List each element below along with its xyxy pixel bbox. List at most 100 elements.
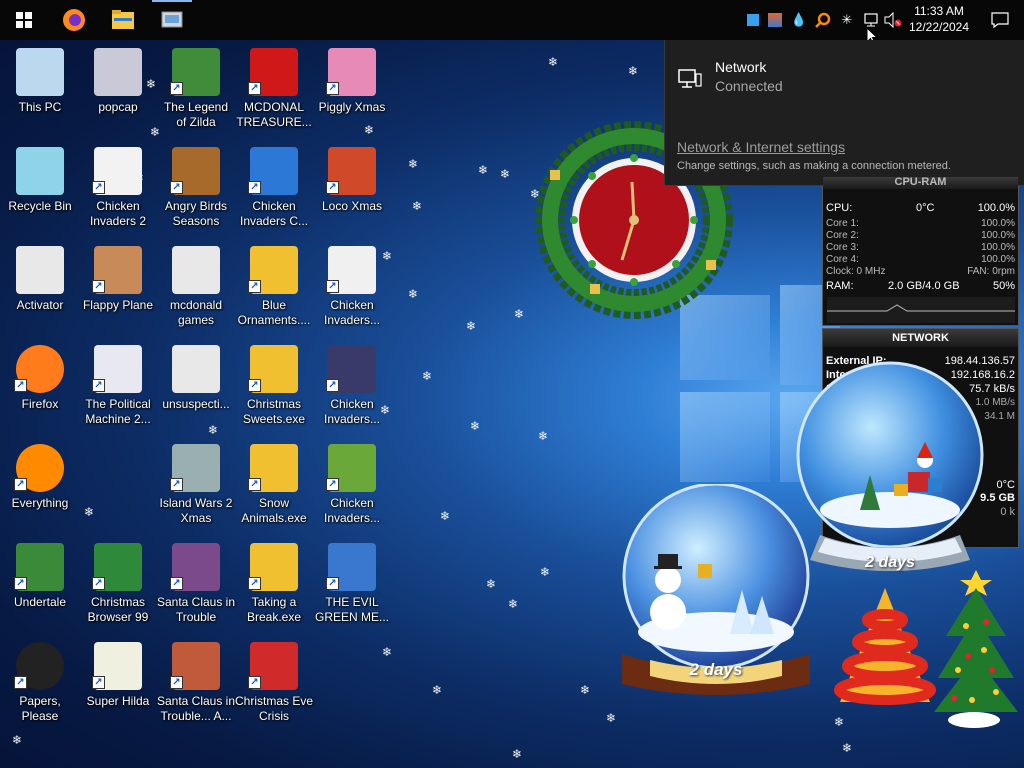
start-button[interactable] xyxy=(0,0,48,40)
taskbar-file-explorer-button[interactable] xyxy=(99,0,147,40)
desktop-icon[interactable]: ↗ The Political Machine 2... xyxy=(78,339,158,431)
desktop-icon[interactable]: ↗ Piggly Xmas xyxy=(312,42,392,134)
snowflake: ❄ xyxy=(486,577,497,591)
cpu-ram-gadget[interactable]: CPU-RAM CPU: 0°C 100.0% Core 1: 100.0% Co… xyxy=(822,177,1019,326)
desktop-icon-label: Everything xyxy=(11,496,69,510)
desktop-icon[interactable]: unsuspecti... xyxy=(156,339,236,431)
core-label: Core 4: xyxy=(826,254,859,265)
snowflake: ❄ xyxy=(470,419,481,433)
taskbar-clock[interactable]: 11:33 AM 12/22/2024 xyxy=(904,3,974,35)
desktop-icon-label: Christmas Sweets.exe xyxy=(242,397,306,426)
snowglobe-label: 2 days xyxy=(689,660,743,679)
desktop-icon[interactable]: popcap xyxy=(78,42,158,134)
desktop-icon[interactable]: ↗ Undertale xyxy=(0,537,80,629)
shortcut-arrow-icon: ↗ xyxy=(92,379,105,392)
shortcut-arrow-icon: ↗ xyxy=(248,577,261,590)
snowflake: ❄ xyxy=(408,157,419,171)
desktop-icon-label: Snow Animals.exe xyxy=(241,496,307,525)
snowflake: ❄ xyxy=(432,683,443,697)
desktop-icon-image xyxy=(172,345,220,393)
desktop-icon-label: Recycle Bin xyxy=(8,199,72,213)
desktop-icon[interactable]: ↗ Firefox xyxy=(0,339,80,431)
desktop-icon-label: Island Wars 2 Xmas xyxy=(159,496,233,525)
network-settings-link[interactable]: Network & Internet settings xyxy=(677,139,845,155)
desktop-icon[interactable]: Recycle Bin xyxy=(0,141,80,233)
snowflake: ❄ xyxy=(422,369,433,383)
desktop-icon-image xyxy=(16,246,64,294)
desktop-icon[interactable]: ↗ Chicken Invaders... xyxy=(312,438,392,530)
desktop-icon[interactable]: mcdonald games xyxy=(156,240,236,332)
desktop-icon[interactable]: ↗ Everything xyxy=(0,438,80,530)
desktop-icon[interactable]: This PC xyxy=(0,42,80,134)
snowglobe-label: 2 days xyxy=(865,554,915,571)
wallpaper-light-pane xyxy=(680,392,770,482)
desktop-icon-image xyxy=(16,147,64,195)
desktop-icon[interactable]: ↗ Christmas Eve Crisis xyxy=(234,636,314,728)
snowflake: ❄ xyxy=(12,733,23,747)
desktop-icon-label: Santa Claus in Trouble xyxy=(156,595,236,624)
desktop-icon[interactable]: ↗ Chicken Invaders... xyxy=(312,240,392,332)
desktop-icon[interactable]: Activator xyxy=(0,240,80,332)
desktop-icon[interactable]: ↗ Taking a Break.exe xyxy=(234,537,314,629)
shortcut-arrow-icon: ↗ xyxy=(170,82,183,95)
folder-icon xyxy=(112,10,134,29)
shortcut-arrow-icon: ↗ xyxy=(326,577,339,590)
core-label: Core 3: xyxy=(826,242,859,253)
desktop-icon[interactable]: ↗ Super Hilda xyxy=(78,636,158,728)
desktop-icon-label: The Legend of Zilda xyxy=(163,100,229,129)
shortcut-arrow-icon: ↗ xyxy=(170,181,183,194)
ram-percent: 50% xyxy=(992,280,1015,292)
desktop-icon[interactable]: ↗ Flappy Plane xyxy=(78,240,158,332)
snowglobe-gadget-left[interactable]: 2 days xyxy=(610,482,822,704)
shortcut-arrow-icon: ↗ xyxy=(170,478,183,491)
desktop-icon-label: mcdonald games xyxy=(169,298,223,327)
fan-speed: FAN: 0rpm xyxy=(967,266,1015,277)
christmas-tree-gadget[interactable] xyxy=(926,566,1022,730)
snowflake: ❄ xyxy=(508,597,519,611)
desktop-icon[interactable]: ↗ THE EVIL GREEN ME... xyxy=(312,537,392,629)
tray-app-icon[interactable] xyxy=(766,11,784,29)
snowflake: ❄ xyxy=(500,167,511,181)
desktop-icon[interactable]: ↗ The Legend of Zilda xyxy=(156,42,236,134)
ram-graph xyxy=(827,297,1015,323)
desktop-icon-image xyxy=(172,246,220,294)
desktop-icon[interactable]: ↗ Christmas Sweets.exe xyxy=(234,339,314,431)
desktop-icon[interactable]: ↗ Angry Birds Seasons xyxy=(156,141,236,233)
desktop-icon[interactable]: ↗ Island Wars 2 Xmas xyxy=(156,438,236,530)
desktop-icon[interactable]: ↗ Chicken Invaders C... xyxy=(234,141,314,233)
ram-value: 2.0 GB/4.0 GB xyxy=(888,280,960,292)
desktop-icon-label: Christmas Eve Crisis xyxy=(234,694,314,723)
desktop-icon[interactable]: ↗ Santa Claus in Trouble xyxy=(156,537,236,629)
desktop-icon[interactable]: ↗ Chicken Invaders 2 xyxy=(78,141,158,233)
network-name[interactable]: Network xyxy=(715,59,766,75)
desktop-icon-label: Loco Xmas xyxy=(321,199,383,213)
drop-icon[interactable]: 💧 xyxy=(790,11,808,29)
tray-app-icon[interactable] xyxy=(744,11,762,29)
desktop-icon[interactable]: ↗ Santa Claus in Trouble... A... xyxy=(156,636,236,728)
search-everything-icon[interactable] xyxy=(814,11,832,29)
network-flyout: Network Connected Network & Internet set… xyxy=(664,40,1024,186)
shortcut-arrow-icon: ↗ xyxy=(326,82,339,95)
desktop-icon[interactable]: ↗ Papers, Please xyxy=(0,636,80,728)
taskbar-firefox-button[interactable] xyxy=(50,0,98,40)
taskbar-control-panel-button[interactable] xyxy=(148,0,196,40)
ram-label: RAM: xyxy=(826,280,854,292)
desktop-icon[interactable]: ↗ Chicken Invaders... xyxy=(312,339,392,431)
snowflake-tray-icon[interactable]: ✳ xyxy=(838,11,856,29)
desktop-icon[interactable]: ↗ MCDONAL TREASURE... xyxy=(234,42,314,134)
shortcut-arrow-icon: ↗ xyxy=(92,577,105,590)
core-label: Core 2: xyxy=(826,230,859,241)
desktop-icon[interactable]: ↗ Christmas Browser 99 xyxy=(78,537,158,629)
desktop-icon[interactable]: ↗ Snow Animals.exe xyxy=(234,438,314,530)
core-value: 100.0% xyxy=(981,218,1015,229)
action-center-button[interactable] xyxy=(980,0,1020,40)
desktop-icon[interactable]: ↗ Blue Ornaments.... xyxy=(234,240,314,332)
desktop-icon-label: Piggly Xmas xyxy=(318,100,386,114)
shortcut-arrow-icon: ↗ xyxy=(14,379,27,392)
candy-spiral-gadget[interactable] xyxy=(830,580,940,710)
desktop-icon-label: Chicken Invaders C... xyxy=(239,199,309,228)
snowflake: ❄ xyxy=(412,199,423,213)
volume-muted-icon[interactable] xyxy=(884,11,902,29)
desktop-icon[interactable]: ↗ Loco Xmas xyxy=(312,141,392,233)
desktop-icon-image xyxy=(16,48,64,96)
